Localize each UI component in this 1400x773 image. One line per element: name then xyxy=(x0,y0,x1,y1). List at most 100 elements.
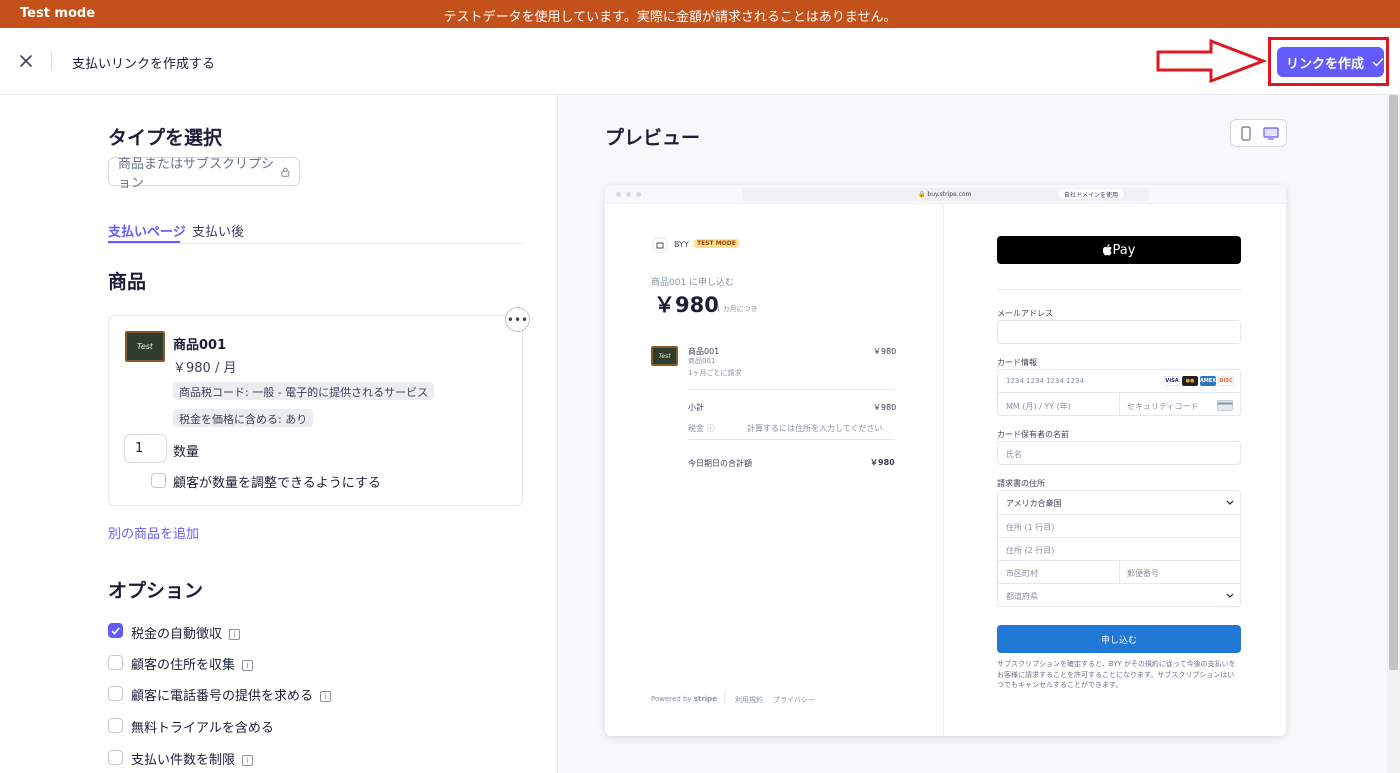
create-link-label: リンクを作成 xyxy=(1286,56,1365,72)
cvc-input[interactable]: セキュリティコード xyxy=(1127,401,1199,412)
cvc-icon xyxy=(1217,400,1233,411)
zip-input[interactable]: 郵便番号 xyxy=(1127,568,1159,579)
url-text: 🔒 buy.stripe.com xyxy=(918,191,972,198)
cardholder-placeholder: 氏名 xyxy=(1006,450,1022,459)
annotation-arrow-icon xyxy=(1156,38,1267,84)
adjust-quantity-label: 顧客が数量を調整できるようにする xyxy=(173,476,381,491)
info-icon[interactable]: i xyxy=(242,755,254,766)
scrollbar-thumb[interactable] xyxy=(1389,95,1398,670)
privacy-link[interactable]: プライバシー xyxy=(773,695,815,705)
limit-payments-option: 支払い件数を制限 i xyxy=(131,749,254,768)
chevron-down-icon xyxy=(1226,593,1234,598)
divider xyxy=(724,691,725,705)
info-icon[interactable]: i xyxy=(242,660,254,671)
chevron-down-icon xyxy=(1226,500,1234,505)
type-selector[interactable]: 商品またはサブスクリプション xyxy=(108,157,300,191)
email-field[interactable] xyxy=(997,320,1241,344)
product-more-button[interactable]: ••• xyxy=(505,307,530,332)
require-phone-checkbox[interactable] xyxy=(108,686,123,701)
limit-payments-checkbox[interactable] xyxy=(108,750,123,765)
tax-label: 税金 ⓘ xyxy=(688,424,715,433)
product-card: Test 商品001 ￥980 / 月 商品税コード: 一般 - 電子的に提供さ… xyxy=(108,315,523,506)
billing-address-label: 請求書の住所 xyxy=(997,479,1045,488)
more-icon: ••• xyxy=(506,312,529,327)
city-input[interactable]: 市区町村 xyxy=(1006,568,1038,579)
country-select[interactable]: アメリカ合衆国 xyxy=(1006,498,1062,509)
close-icon xyxy=(20,55,32,67)
checkout-preview-window: 🔒 buy.stripe.com 自社ドメインを使用 BYY TEST MODE… xyxy=(605,185,1286,736)
product-thumbnail: Test xyxy=(125,331,165,362)
checkmark-icon xyxy=(111,626,120,635)
quantity-input[interactable] xyxy=(124,434,167,463)
divider xyxy=(997,289,1241,290)
create-link-button[interactable]: リンクを作成 xyxy=(1277,47,1384,77)
test-mode-banner: Test mode テストデータを使用しています。実際に金額が請求されることはあ… xyxy=(0,0,1400,28)
collect-address-checkbox[interactable] xyxy=(108,655,123,670)
require-phone-option: 顧客に電話番号の提供を求める i xyxy=(131,685,332,704)
info-icon[interactable]: i xyxy=(320,691,332,702)
subscribe-to-text: 商品001 に申し込む xyxy=(651,278,735,288)
card-number-input[interactable]: 1234 1234 1234 1234 xyxy=(1006,377,1084,385)
quantity-label: 数量 xyxy=(173,445,200,460)
close-button[interactable] xyxy=(16,51,36,71)
divider xyxy=(688,439,895,440)
divider xyxy=(1119,393,1120,416)
browser-bar: 🔒 buy.stripe.com 自社ドメインを使用 xyxy=(605,185,1286,204)
order-summary: BYY TEST MODE 商品001 に申し込む ￥980 1 カ月につき T… xyxy=(605,204,944,736)
product-name: 商品001 xyxy=(173,338,227,353)
active-tab-indicator xyxy=(108,241,180,243)
test-mode-badge: TEST MODE xyxy=(694,239,739,248)
email-label: メールアドレス xyxy=(997,309,1053,318)
page-tabs: 支払いページ 支払い後 xyxy=(108,218,523,244)
address-line1-input[interactable]: 住所 (1 行目) xyxy=(1006,522,1054,533)
tax-inclusive-tag: 税金を価格に含める: あり xyxy=(173,409,314,427)
subscription-disclaimer: サブスクリプションを確定すると、BYY がその規約に従って今後の支払いをお客様に… xyxy=(997,660,1236,689)
merchant-name: BYY xyxy=(674,240,689,249)
city-zip-row: 市区町村 郵便番号 xyxy=(998,560,1240,583)
card-second-row: MM (月) / YY (年) セキュリティコード xyxy=(998,392,1240,416)
preview-pane: プレビュー 🔒 buy.stripe.com 自社ドメインを使用 BYY TES… xyxy=(559,95,1387,773)
state-select[interactable]: 都道府県 xyxy=(1006,591,1038,602)
type-selector-label: 商品またはサブスクリプション xyxy=(118,156,275,191)
options-heading: オプション xyxy=(108,580,204,602)
info-icon[interactable]: i xyxy=(229,629,241,640)
amex-icon: AMEX xyxy=(1199,376,1217,386)
state-row: 都道府県 xyxy=(998,583,1240,607)
use-custom-domain-button[interactable]: 自社ドメインを使用 xyxy=(1058,189,1125,199)
tab-payment-page[interactable]: 支払いページ xyxy=(108,221,186,240)
apple-pay-button[interactable]: Pay xyxy=(997,236,1241,264)
page-title: 支払いリンクを作成する xyxy=(72,57,216,72)
collect-address-option: 顧客の住所を収集 i xyxy=(131,654,254,673)
divider xyxy=(688,389,895,390)
terms-link[interactable]: 利用規約 xyxy=(735,695,763,705)
subtotal-value: ￥980 xyxy=(873,403,897,412)
preview-heading: プレビュー xyxy=(605,127,701,149)
total-label: 今日期日の合計額 xyxy=(688,459,752,468)
test-mode-message: テストデータを使用しています。実際に金額が請求されることはありません。 xyxy=(443,10,897,25)
add-product-link[interactable]: 別の商品を追加 xyxy=(108,523,199,542)
adjust-quantity-checkbox[interactable] xyxy=(151,473,166,488)
mobile-icon[interactable] xyxy=(1241,126,1251,141)
page-scrollbar[interactable] xyxy=(1387,95,1400,773)
check-icon xyxy=(1372,58,1384,67)
product-heading: 商品 xyxy=(108,271,147,293)
address-line2-input[interactable]: 住所 (2 行目) xyxy=(1006,545,1054,556)
tab-after-payment[interactable]: 支払い後 xyxy=(192,221,244,240)
line-item-thumbnail: Test xyxy=(651,346,678,366)
type-heading: タイプを選択 xyxy=(108,127,223,149)
subscribe-button[interactable]: 申し込む xyxy=(997,625,1241,653)
store-icon xyxy=(652,237,668,253)
auto-tax-checkbox[interactable] xyxy=(108,623,123,638)
total-value: ￥980 xyxy=(870,458,895,467)
cardholder-field[interactable]: 氏名 xyxy=(997,441,1241,465)
free-trial-checkbox[interactable] xyxy=(108,718,123,733)
product-price: ￥980 / 月 xyxy=(173,361,237,376)
desktop-icon[interactable] xyxy=(1263,127,1279,140)
url-bar: 🔒 buy.stripe.com 自社ドメインを使用 xyxy=(742,188,1149,201)
apple-pay-label: Pay xyxy=(1112,242,1136,258)
line-item-price: ￥980 xyxy=(873,347,897,356)
expiry-input[interactable]: MM (月) / YY (年) xyxy=(1006,401,1071,412)
divider xyxy=(1119,561,1120,583)
mastercard-icon: ●● xyxy=(1182,376,1198,386)
window-dot xyxy=(636,192,641,197)
